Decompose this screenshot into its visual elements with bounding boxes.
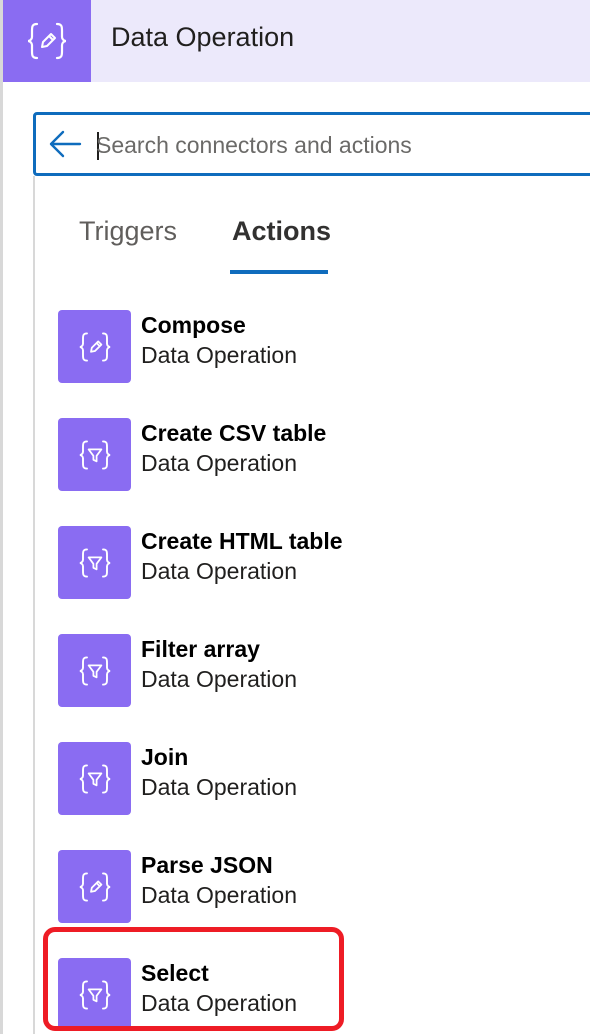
braces-pencil-icon	[58, 850, 131, 923]
action-connector: Data Operation	[141, 990, 297, 1016]
action-connector: Data Operation	[141, 882, 297, 908]
action-item-compose[interactable]: Compose Data Operation	[58, 310, 558, 384]
tab-actions[interactable]: Actions	[232, 216, 331, 247]
braces-pencil-icon	[3, 0, 91, 82]
connector-header: Data Operation	[0, 0, 590, 82]
action-name: Filter array	[141, 636, 260, 662]
braces-filter-icon	[58, 958, 131, 1031]
action-connector: Data Operation	[141, 558, 297, 584]
connector-title: Data Operation	[111, 22, 295, 52]
action-item-select[interactable]: Select Data Operation	[58, 958, 558, 1032]
braces-filter-icon	[58, 418, 131, 491]
search-box[interactable]	[33, 112, 590, 176]
action-name: Create HTML table	[141, 528, 343, 554]
panel-left-border	[0, 0, 3, 1034]
action-item-join[interactable]: Join Data Operation	[58, 742, 558, 816]
action-connector: Data Operation	[141, 342, 297, 368]
action-connector: Data Operation	[141, 450, 297, 476]
action-name: Join	[141, 744, 189, 770]
action-name: Compose	[141, 312, 246, 338]
braces-filter-icon	[58, 526, 131, 599]
action-connector: Data Operation	[141, 774, 297, 800]
tab-triggers[interactable]: Triggers	[79, 216, 177, 247]
action-name: Create CSV table	[141, 420, 327, 446]
back-arrow-icon[interactable]	[48, 129, 82, 159]
braces-filter-icon	[58, 742, 131, 815]
action-item-parse-json[interactable]: Parse JSON Data Operation	[58, 850, 558, 924]
search-input[interactable]	[96, 125, 576, 165]
action-item-create-csv-table[interactable]: Create CSV table Data Operation	[58, 418, 558, 492]
action-name: Parse JSON	[141, 852, 273, 878]
action-name: Select	[141, 960, 209, 986]
action-item-create-html-table[interactable]: Create HTML table Data Operation	[58, 526, 558, 600]
action-item-filter-array[interactable]: Filter array Data Operation	[58, 634, 558, 708]
braces-pencil-icon	[58, 310, 131, 383]
braces-filter-icon	[58, 634, 131, 707]
action-connector: Data Operation	[141, 666, 297, 692]
active-tab-indicator	[230, 270, 328, 274]
